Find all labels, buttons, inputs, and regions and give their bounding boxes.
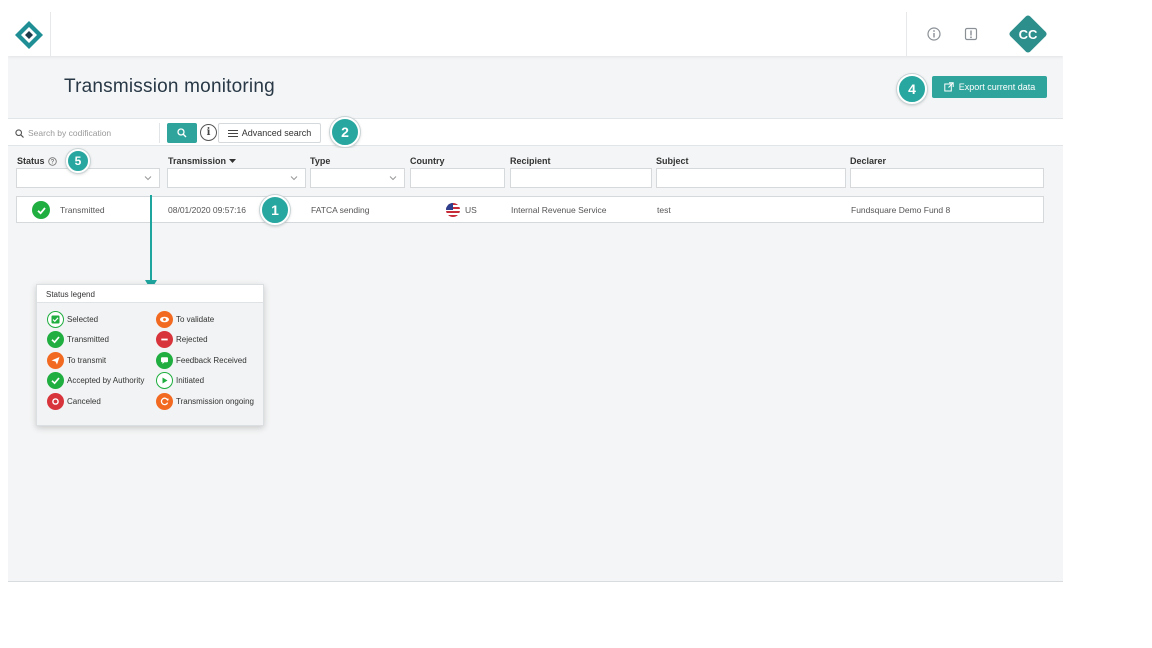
legend-item-selected: Selected: [47, 311, 98, 328]
check-icon: [47, 372, 64, 389]
minus-icon: [156, 331, 173, 348]
logo-divider: [50, 12, 51, 56]
sliders-icon: [227, 129, 238, 137]
user-avatar[interactable]: CC: [1008, 14, 1048, 54]
eye-icon: [156, 311, 173, 328]
declarer-filter-input[interactable]: [850, 168, 1044, 188]
cell-transmission: 08/01/2020 09:57:16: [168, 205, 246, 215]
external-link-icon: [944, 82, 954, 92]
recipient-filter-input[interactable]: [510, 168, 652, 188]
legend-item-accepted-by-authority: Accepted by Authority: [47, 372, 144, 389]
legend-item-transmission-ongoing: Transmission ongoing: [156, 393, 254, 410]
country-filter-input[interactable]: [410, 168, 505, 188]
cell-recipient: Internal Revenue Service: [511, 205, 607, 215]
legend-item-to-transmit: To transmit: [47, 352, 106, 369]
diamond-logo-icon[interactable]: [12, 18, 46, 52]
refresh-icon: [156, 393, 173, 410]
cell-subject: test: [657, 205, 671, 215]
callout-badge-4: 4: [897, 74, 927, 104]
exclamation-box-icon[interactable]: [963, 26, 979, 42]
column-header-country[interactable]: Country: [410, 156, 445, 166]
us-flag-icon: [446, 203, 460, 217]
search-icon: [177, 128, 187, 138]
legend-item-feedback-received: Feedback Received: [156, 352, 247, 369]
send-icon: [47, 352, 64, 369]
cell-declarer: Fundsquare Demo Fund 8: [851, 205, 951, 215]
advanced-search-label: Advanced search: [241, 128, 312, 138]
cell-country: US: [465, 205, 477, 215]
export-current-data-button[interactable]: Export current data: [932, 76, 1047, 98]
help-circle-icon[interactable]: ?: [47, 156, 57, 166]
selected-check-icon: [47, 311, 64, 328]
speech-bubble-icon: [156, 352, 173, 369]
svg-text:?: ?: [50, 159, 54, 165]
status-legend-title: Status legend: [37, 285, 263, 303]
toolbar-divider: [906, 12, 907, 56]
legend-item-transmitted: Transmitted: [47, 331, 109, 348]
legend-item-to-validate: To validate: [156, 311, 214, 328]
transmission-filter-select[interactable]: [167, 168, 306, 188]
status-legend-popover: Status legend Selected To validate Trans…: [36, 284, 264, 426]
callout-badge-5: 5: [66, 149, 90, 173]
callout-badge-2: 2: [330, 117, 360, 147]
column-header-declarer[interactable]: Declarer: [850, 156, 886, 166]
callout-arrow-line: [150, 195, 152, 281]
check-icon: [47, 331, 64, 348]
search-bar: Search by codification i Advanced search: [8, 118, 1063, 146]
search-button[interactable]: [167, 123, 197, 143]
column-header-status[interactable]: Status ?: [17, 156, 57, 166]
type-filter-select[interactable]: [310, 168, 405, 188]
legend-item-rejected: Rejected: [156, 331, 208, 348]
legend-item-canceled: Canceled: [47, 393, 101, 410]
column-header-type[interactable]: Type: [310, 156, 330, 166]
cell-status: Transmitted: [60, 205, 105, 215]
table-row[interactable]: Transmitted 08/01/2020 09:57:16 FATCA se…: [16, 196, 1044, 223]
advanced-search-button[interactable]: Advanced search: [218, 123, 321, 143]
page-title: Transmission monitoring: [64, 76, 275, 97]
export-label: Export current data: [958, 82, 1036, 92]
chevron-down-icon: [389, 176, 397, 181]
chevron-down-icon: [290, 176, 298, 181]
legend-item-initiated: Initiated: [156, 372, 204, 389]
play-icon: [156, 372, 173, 389]
search-input[interactable]: Search by codification: [12, 123, 160, 143]
search-placeholder: Search by codification: [28, 128, 112, 138]
column-header-recipient[interactable]: Recipient: [510, 156, 551, 166]
subject-filter-input[interactable]: [656, 168, 846, 188]
column-header-subject[interactable]: Subject: [656, 156, 689, 166]
column-header-transmission[interactable]: Transmission: [168, 156, 237, 166]
transmitted-status-icon: [32, 201, 50, 219]
sort-down-icon: [229, 158, 237, 163]
search-info-icon[interactable]: i: [200, 124, 217, 141]
cell-type: FATCA sending: [311, 205, 370, 215]
avatar-initials: CC: [1018, 26, 1038, 42]
chevron-down-icon: [144, 176, 152, 181]
cancel-icon: [47, 393, 64, 410]
info-circle-icon[interactable]: [926, 26, 942, 42]
status-filter-select[interactable]: [16, 168, 160, 188]
search-icon: [15, 128, 24, 138]
callout-badge-1: 1: [260, 195, 290, 225]
app-window: CC Transmission monitoring 4 Export curr…: [8, 12, 1063, 582]
top-bar: CC: [8, 12, 1063, 56]
